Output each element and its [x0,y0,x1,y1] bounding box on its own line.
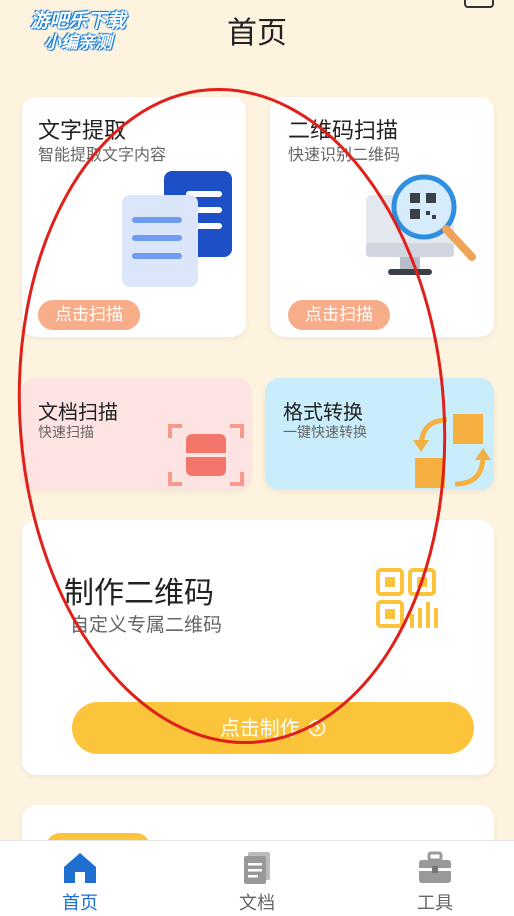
home-icon [64,853,96,883]
make-qr-subtitle: 自定义专属二维码 [70,614,223,636]
battery-icon [464,0,494,8]
make-qr-button-label: 点击制作 [219,716,300,740]
documents-icon [122,171,232,287]
format-convert-subtitle: 一键快速转换 [283,425,367,441]
make-qr-title: 制作二维码 [64,576,214,611]
format-convert-card[interactable]: 格式转换 一键快速转换 [265,378,494,490]
text-extract-card[interactable]: 文字提取 智能提取文字内容 点击扫描 [22,97,246,337]
qr-scan-subtitle: 快速识别二维码 [288,145,401,164]
tab-tools[interactable]: 工具 [375,841,495,916]
convert-arrows-icon [413,414,491,488]
make-qr-card[interactable]: 制作二维码 自定义专属二维码 点击制作 [22,520,494,775]
doc-scan-title: 文档扫描 [38,400,118,424]
tab-tools-label: 工具 [417,893,453,914]
toolbox-icon [419,851,451,883]
tab-home-label: 首页 [62,893,98,914]
text-extract-scan-button[interactable]: 点击扫描 [38,300,140,330]
text-extract-subtitle: 智能提取文字内容 [38,145,167,164]
qr-scan-card[interactable]: 二维码扫描 快速识别二维码 点击扫描 [270,97,494,337]
tab-home[interactable]: 首页 [20,841,140,916]
document-icon [244,852,270,884]
header: 游吧乐下载 小编亲测 首页 [0,0,514,70]
qr-scan-button[interactable]: 点击扫描 [288,300,390,330]
doc-scan-subtitle: 快速扫描 [38,425,94,441]
qr-code-icon [376,568,438,628]
tab-documents-label: 文档 [239,893,275,914]
bottom-tab-bar: 首页 文档 工具 [0,840,514,916]
arrow-right-circle-icon [308,719,326,737]
tab-documents[interactable]: 文档 [197,841,317,916]
page-title: 首页 [227,16,287,51]
scan-frame-icon [168,424,244,486]
monitor-qr-magnifier-icon [366,174,476,275]
format-convert-title: 格式转换 [283,400,363,424]
doc-scan-card[interactable]: 文档扫描 快速扫描 [22,378,251,490]
make-qr-button[interactable]: 点击制作 [72,702,474,754]
